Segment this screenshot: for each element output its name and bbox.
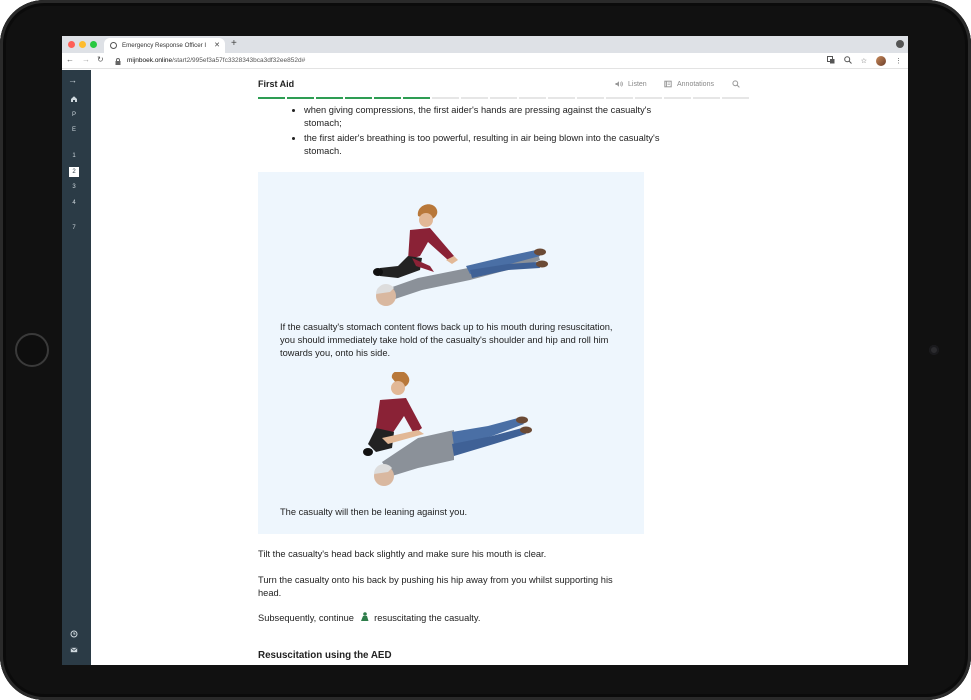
progress-segment [345, 97, 372, 99]
sidebar-item-7[interactable]: 7 [69, 223, 79, 233]
main-content: when giving compressions, the first aide… [91, 100, 908, 665]
progress-segment [432, 97, 459, 99]
resuscitation-link-icon[interactable] [360, 612, 369, 622]
screen: Emergency Response Officer I ✕ + ← → ↻ m… [62, 36, 908, 665]
illustration-box: If the casualty's stomach content flows … [258, 172, 644, 534]
reload-icon[interactable]: ↻ [97, 55, 104, 64]
sidebar-item-4[interactable]: 4 [69, 198, 79, 208]
annotations-button[interactable]: Annotations [664, 80, 714, 88]
minimize-window-button[interactable] [79, 41, 86, 48]
browser-toolbar: ← → ↻ mijnboek.online/start2/995ef3a57fc… [62, 53, 908, 69]
sidebar-item-1[interactable]: 1 [69, 151, 79, 161]
progress-segment [258, 97, 285, 99]
chapter-progress-bar [258, 97, 749, 99]
new-tab-button[interactable]: + [231, 38, 237, 49]
camera-lens [929, 345, 939, 355]
url-host: mijnboek.online [127, 57, 173, 64]
browser-tab-title: Emergency Response Officer I [122, 42, 207, 49]
lock-icon [115, 57, 121, 65]
paragraph-continue-end: resuscitating the casualty. [374, 613, 481, 623]
browser-menu-icon[interactable] [896, 40, 904, 48]
url-path: /start2/995ef3a57fc3328343bca3df32ee852d… [172, 57, 306, 64]
browser-tab[interactable]: Emergency Response Officer I ✕ [104, 38, 225, 53]
sidebar-item-3[interactable]: 3 [69, 182, 79, 192]
list-item: when giving compressions, the first aide… [287, 104, 667, 130]
speaker-icon [615, 81, 623, 87]
recovery-roll-illustration [363, 372, 532, 486]
progress-segment [664, 97, 691, 99]
zoom-icon[interactable] [843, 56, 852, 66]
progress-segment [577, 97, 604, 99]
home-button[interactable] [15, 333, 49, 367]
list-item: the first aider's breathing is too power… [287, 132, 667, 158]
progress-segment [693, 97, 720, 99]
sidebar-item-2[interactable]: 2 [69, 167, 79, 177]
sidebar-item-e[interactable]: E [69, 125, 79, 135]
page-title: First Aid [258, 79, 295, 89]
annotations-label: Annotations [677, 80, 714, 88]
paragraph-continue-start: Subsequently, continue [258, 613, 354, 623]
tablet-frame: Emergency Response Officer I ✕ + ← → ↻ m… [0, 0, 971, 700]
caption-leaning: The casualty will then be leaning agains… [280, 507, 468, 517]
app: → P E 1 2 3 4 7 First Aid Listen Annotat… [62, 70, 908, 665]
profile-avatar[interactable] [876, 56, 886, 66]
progress-segment [316, 97, 343, 99]
page-header: First Aid Listen Annotations [91, 70, 908, 100]
search-icon[interactable] [732, 80, 740, 88]
clock-icon[interactable] [69, 629, 79, 639]
back-arrow-icon[interactable]: ← [66, 55, 74, 64]
address-bar[interactable]: mijnboek.online/start2/995ef3a57fc332834… [111, 54, 821, 67]
maximize-window-button[interactable] [90, 41, 97, 48]
forward-arrow-icon[interactable]: → [82, 55, 90, 64]
progress-segment [548, 97, 575, 99]
book-icon [664, 80, 672, 88]
mail-icon[interactable] [69, 645, 79, 655]
sidebar-item-p[interactable]: P [69, 110, 79, 120]
browser-tab-bar: Emergency Response Officer I ✕ + [62, 36, 908, 53]
progress-segment [606, 97, 633, 99]
progress-segment [374, 97, 401, 99]
paragraph-turn-casualty: Turn the casualty onto his back by pushi… [258, 575, 613, 598]
paragraph-tilt-head: Tilt the casualty's head back slightly a… [258, 549, 547, 559]
home-icon[interactable] [69, 94, 79, 104]
globe-icon [110, 42, 117, 49]
listen-button[interactable]: Listen [615, 80, 647, 88]
progress-segment [287, 97, 314, 99]
caption-roll-casualty: If the casualty's stomach content flows … [280, 322, 613, 358]
progress-segment [722, 97, 749, 99]
section-heading-aed: Resuscitation using the AED [258, 650, 392, 661]
bullet-list: when giving compressions, the first aide… [287, 104, 667, 160]
close-window-button[interactable] [68, 41, 75, 48]
paragraph-continue: Subsequently, continue resuscitating the… [258, 612, 648, 625]
progress-segment [635, 97, 662, 99]
cpr-compressions-illustration [373, 204, 548, 306]
progress-segment [403, 97, 430, 99]
progress-segment [490, 97, 517, 99]
sidebar: → P E 1 2 3 4 7 [62, 70, 91, 665]
expand-sidebar-icon[interactable]: → [68, 75, 77, 85]
progress-segment [519, 97, 546, 99]
more-menu-icon[interactable]: ⋮ [895, 57, 902, 65]
listen-label: Listen [628, 80, 647, 88]
progress-segment [461, 97, 488, 99]
bookmark-star-icon[interactable]: ☆ [861, 57, 867, 65]
translate-icon[interactable] [826, 56, 835, 66]
close-tab-icon[interactable]: ✕ [214, 41, 220, 49]
